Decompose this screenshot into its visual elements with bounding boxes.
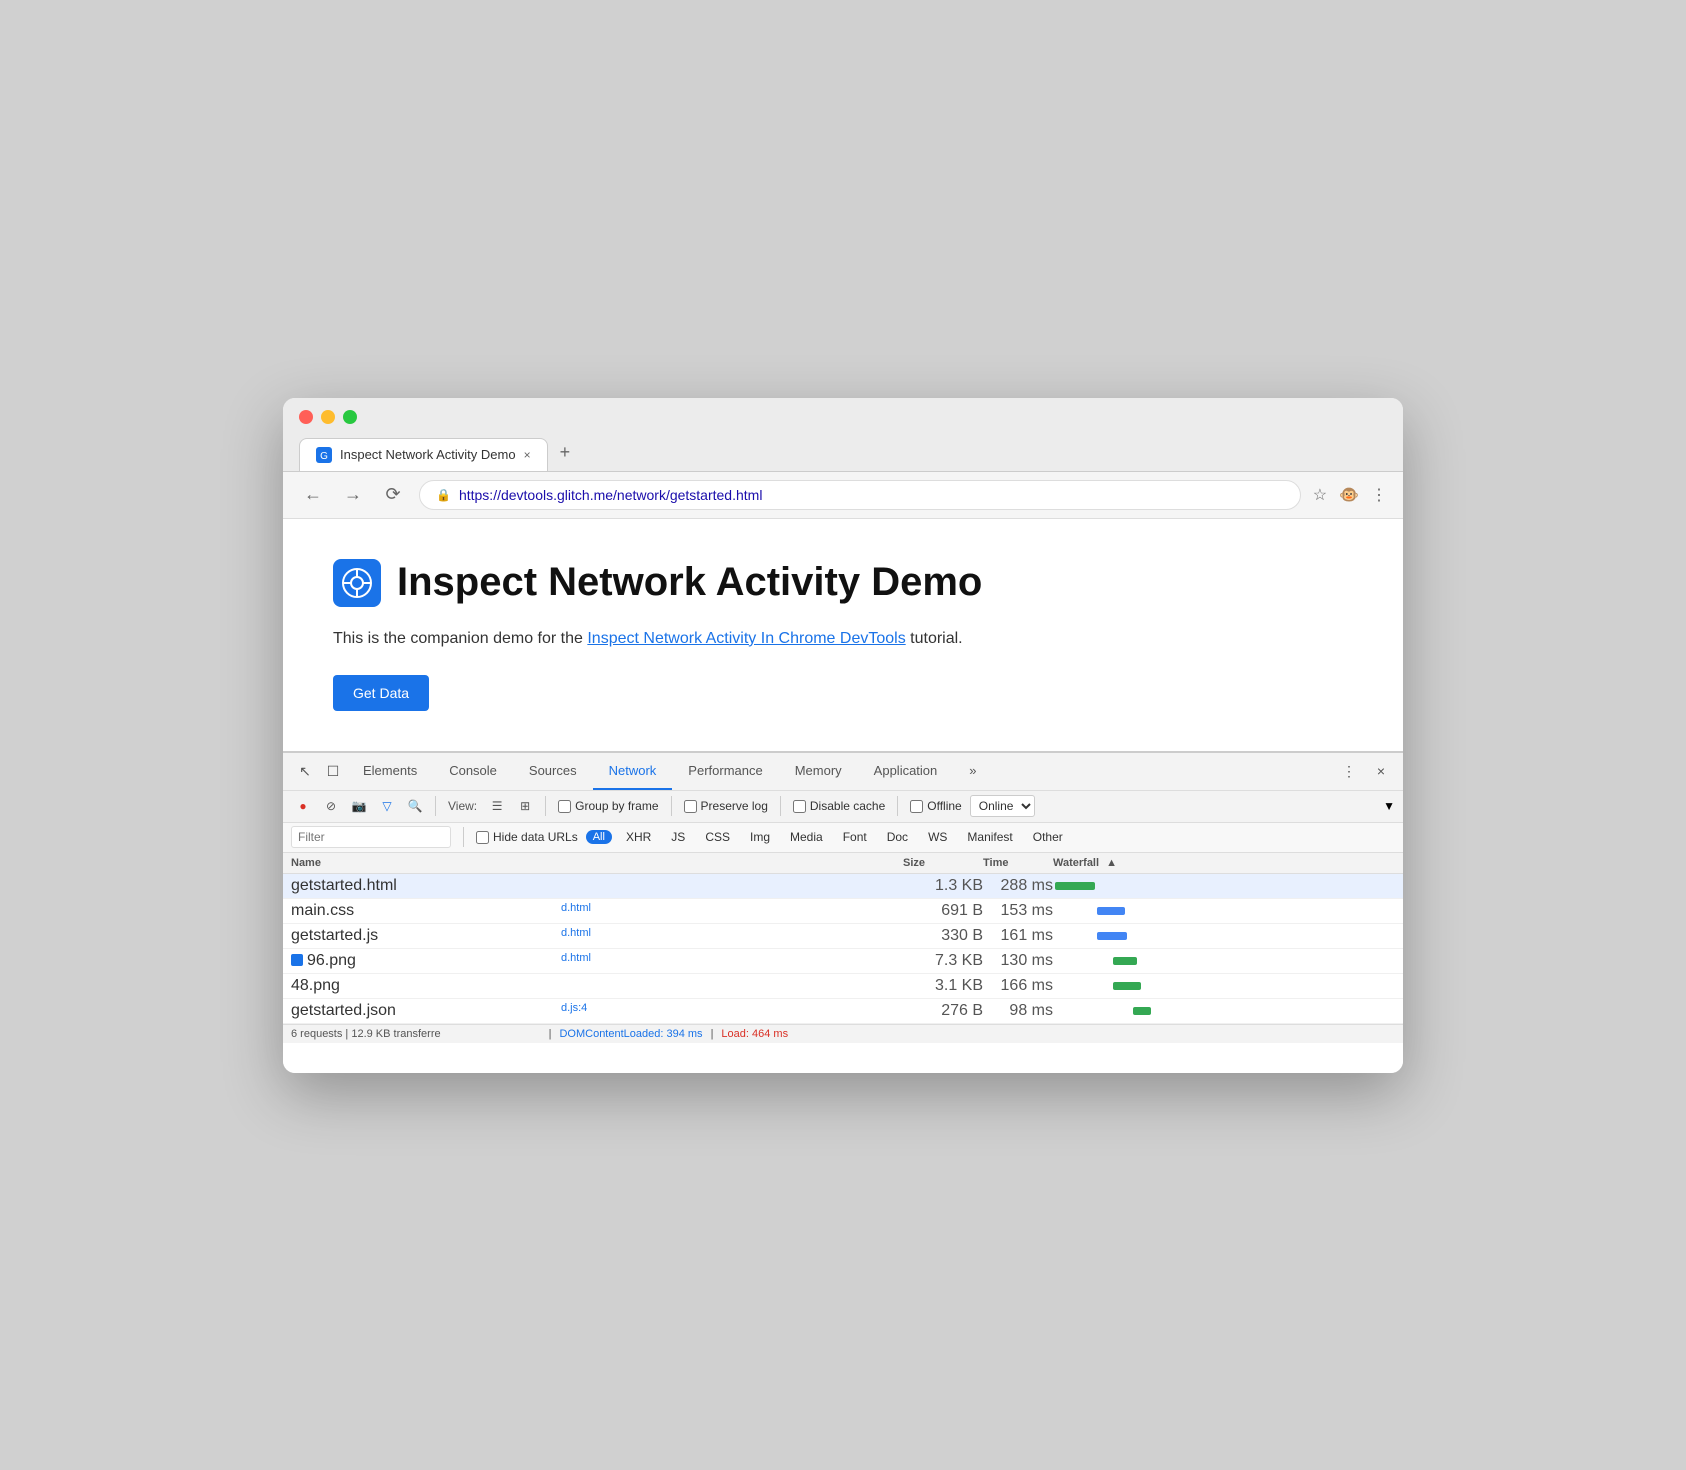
url-text: https://devtools.glitch.me/network/getst… bbox=[459, 487, 762, 503]
network-row[interactable]: getstarted.json d.js:4 276 B 98 ms bbox=[283, 999, 1403, 1024]
record-button[interactable]: ● bbox=[291, 794, 315, 818]
profile-icon[interactable]: 🐵 bbox=[1339, 485, 1359, 505]
col-size: Size bbox=[903, 857, 983, 869]
devtools-cursor-icon[interactable]: ↖ bbox=[291, 757, 319, 785]
forward-button[interactable]: → bbox=[339, 481, 367, 509]
filter-doc[interactable]: Doc bbox=[881, 829, 914, 845]
filter-icon[interactable]: ▽ bbox=[375, 794, 399, 818]
network-row[interactable]: getstarted.html 1.3 KB 288 ms bbox=[283, 874, 1403, 899]
tab-close-button[interactable]: × bbox=[524, 448, 531, 462]
request-count: 6 requests | 12.9 KB transferre bbox=[291, 1028, 441, 1040]
tab-favicon: G bbox=[316, 447, 332, 463]
page-heading: Inspect Network Activity Demo bbox=[333, 559, 1353, 607]
tab-title: Inspect Network Activity Demo bbox=[340, 447, 516, 462]
toolbar-separator-4 bbox=[780, 796, 781, 816]
screenshot-button[interactable]: 📷 bbox=[347, 794, 371, 818]
group-by-frame-input[interactable] bbox=[558, 800, 571, 813]
page-content: Inspect Network Activity Demo This is th… bbox=[283, 519, 1403, 751]
tab-console[interactable]: Console bbox=[433, 753, 513, 790]
preserve-log-checkbox[interactable]: Preserve log bbox=[684, 799, 768, 813]
reload-button[interactable]: ⟳ bbox=[379, 481, 407, 509]
preserve-log-input[interactable] bbox=[684, 800, 697, 813]
col-name: Name bbox=[291, 857, 561, 869]
filter-manifest[interactable]: Manifest bbox=[961, 829, 1018, 845]
menu-icon[interactable]: ⋮ bbox=[1371, 485, 1387, 505]
filter-input[interactable] bbox=[291, 826, 451, 848]
offline-input[interactable] bbox=[910, 800, 923, 813]
toolbar-separator-2 bbox=[545, 796, 546, 816]
col-waterfall: Waterfall ▲ bbox=[1053, 857, 1395, 869]
tab-network[interactable]: Network bbox=[593, 753, 673, 790]
col-time: Time bbox=[983, 857, 1053, 869]
page-icon bbox=[333, 559, 381, 607]
search-icon[interactable]: 🔍 bbox=[403, 794, 427, 818]
load-status: Load: 464 ms bbox=[721, 1028, 788, 1040]
group-by-frame-checkbox[interactable]: Group by frame bbox=[558, 799, 658, 813]
hide-data-urls-input[interactable] bbox=[476, 831, 489, 844]
filter-img[interactable]: Img bbox=[744, 829, 776, 845]
disable-cache-checkbox[interactable]: Disable cache bbox=[793, 799, 885, 813]
devtools-tab-bar: ↖ ☐ Elements Console Sources Network Per… bbox=[283, 753, 1403, 791]
all-filter-badge[interactable]: All bbox=[586, 830, 612, 844]
traffic-light-green[interactable] bbox=[343, 410, 357, 424]
bookmark-icon[interactable]: ☆ bbox=[1313, 485, 1327, 505]
get-data-button[interactable]: Get Data bbox=[333, 675, 429, 711]
tab-memory[interactable]: Memory bbox=[779, 753, 858, 790]
throttle-select[interactable]: Online bbox=[970, 795, 1035, 817]
filter-other[interactable]: Other bbox=[1027, 829, 1069, 845]
address-bar: ← → ⟳ 🔒 https://devtools.glitch.me/netwo… bbox=[283, 472, 1403, 519]
tab-application[interactable]: Application bbox=[858, 753, 954, 790]
browser-tab[interactable]: G Inspect Network Activity Demo × bbox=[299, 438, 548, 471]
back-button[interactable]: ← bbox=[299, 481, 327, 509]
toolbar-separator-1 bbox=[435, 796, 436, 816]
disable-cache-input[interactable] bbox=[793, 800, 806, 813]
filter-bar: Hide data URLs All XHR JS CSS Img Media … bbox=[283, 823, 1403, 853]
filter-js[interactable]: JS bbox=[665, 829, 691, 845]
devtools-close-icon[interactable]: × bbox=[1367, 757, 1395, 785]
hide-data-urls-checkbox[interactable]: Hide data URLs bbox=[476, 830, 578, 844]
tab-sources[interactable]: Sources bbox=[513, 753, 593, 790]
col-initiator bbox=[561, 857, 903, 869]
devtools-status-bar: 6 requests | 12.9 KB transferre | DOMCon… bbox=[283, 1024, 1403, 1043]
network-table-header: Name Size Time Waterfall ▲ bbox=[283, 853, 1403, 874]
filter-media[interactable]: Media bbox=[784, 829, 829, 845]
tutorial-link[interactable]: Inspect Network Activity In Chrome DevTo… bbox=[587, 630, 905, 647]
network-row[interactable]: 48.png 3.1 KB 166 ms bbox=[283, 974, 1403, 999]
filter-font[interactable]: Font bbox=[837, 829, 873, 845]
network-row[interactable]: 96.png d.html 7.3 KB 130 ms bbox=[283, 949, 1403, 974]
traffic-light-yellow[interactable] bbox=[321, 410, 335, 424]
stop-button[interactable]: ⊘ bbox=[319, 794, 343, 818]
tab-performance[interactable]: Performance bbox=[672, 753, 778, 790]
view-grid-icon[interactable]: ⊞ bbox=[513, 794, 537, 818]
toolbar-separator-3 bbox=[671, 796, 672, 816]
address-input[interactable]: 🔒 https://devtools.glitch.me/network/get… bbox=[419, 480, 1301, 510]
svg-text:G: G bbox=[320, 451, 328, 462]
toolbar-dropdown-icon[interactable]: ▼ bbox=[1383, 799, 1395, 813]
filter-xhr[interactable]: XHR bbox=[620, 829, 657, 845]
network-row[interactable]: main.css d.html 691 B 153 ms bbox=[283, 899, 1403, 924]
new-tab-button[interactable]: + bbox=[548, 434, 583, 471]
devtools-inspect-icon[interactable]: ☐ bbox=[319, 757, 347, 785]
filter-ws[interactable]: WS bbox=[922, 829, 953, 845]
devtools-settings-icon[interactable]: ⋮ bbox=[1335, 757, 1363, 785]
network-row[interactable]: getstarted.js d.html 330 B 161 ms bbox=[283, 924, 1403, 949]
view-label: View: bbox=[448, 799, 477, 813]
traffic-light-red[interactable] bbox=[299, 410, 313, 424]
view-list-icon[interactable]: ☰ bbox=[485, 794, 509, 818]
lock-icon: 🔒 bbox=[436, 488, 451, 502]
dom-content-status: DOMContentLoaded: 394 ms bbox=[559, 1028, 702, 1040]
tab-more[interactable]: » bbox=[953, 753, 992, 790]
page-description: This is the companion demo for the Inspe… bbox=[333, 627, 1353, 651]
tab-elements[interactable]: Elements bbox=[347, 753, 433, 790]
filter-css[interactable]: CSS bbox=[699, 829, 736, 845]
filter-separator bbox=[463, 827, 464, 847]
network-table: Name Size Time Waterfall ▲ getstarted.ht… bbox=[283, 853, 1403, 1073]
devtools-panel: ↖ ☐ Elements Console Sources Network Per… bbox=[283, 751, 1403, 1073]
page-title: Inspect Network Activity Demo bbox=[397, 560, 982, 605]
toolbar-separator-5 bbox=[897, 796, 898, 816]
offline-checkbox[interactable]: Offline bbox=[910, 799, 961, 813]
devtools-toolbar: ● ⊘ 📷 ▽ 🔍 View: ☰ ⊞ Group by frame Prese… bbox=[283, 791, 1403, 823]
